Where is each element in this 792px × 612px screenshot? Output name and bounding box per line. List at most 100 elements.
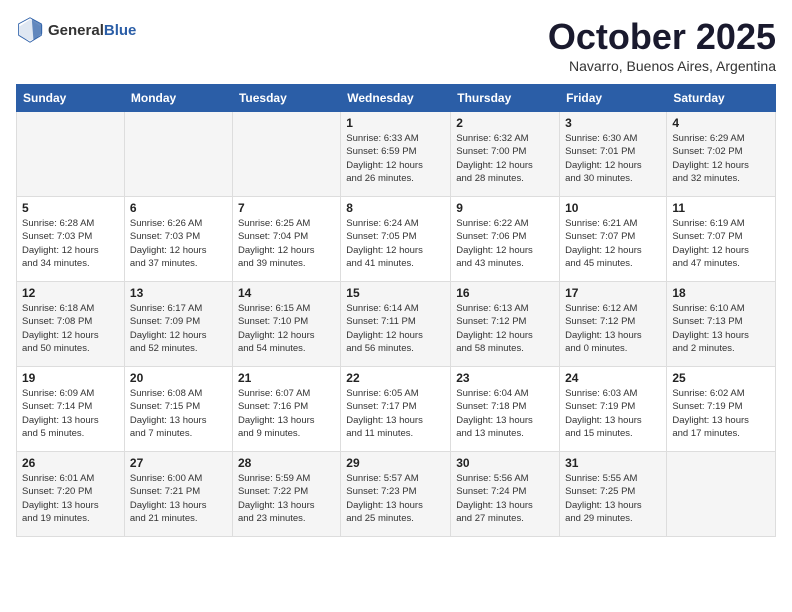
day-number: 3 bbox=[565, 116, 661, 130]
day-info: Sunrise: 6:09 AM Sunset: 7:14 PM Dayligh… bbox=[22, 387, 119, 440]
day-info: Sunrise: 6:19 AM Sunset: 7:07 PM Dayligh… bbox=[672, 217, 770, 270]
day-cell bbox=[232, 112, 340, 197]
location-text: Navarro, Buenos Aires, Argentina bbox=[548, 58, 776, 74]
day-number: 8 bbox=[346, 201, 445, 215]
day-number: 9 bbox=[456, 201, 554, 215]
day-info: Sunrise: 6:24 AM Sunset: 7:05 PM Dayligh… bbox=[346, 217, 445, 270]
day-info: Sunrise: 6:10 AM Sunset: 7:13 PM Dayligh… bbox=[672, 302, 770, 355]
day-number: 1 bbox=[346, 116, 445, 130]
page-header: General Blue October 2025 Navarro, Bueno… bbox=[16, 16, 776, 74]
day-cell: 25Sunrise: 6:02 AM Sunset: 7:19 PM Dayli… bbox=[667, 367, 776, 452]
day-cell: 12Sunrise: 6:18 AM Sunset: 7:08 PM Dayli… bbox=[17, 282, 125, 367]
header-cell-wednesday: Wednesday bbox=[341, 85, 451, 112]
logo-general-text: General bbox=[48, 22, 104, 39]
day-cell: 21 Sunrise: 6:07 AM Sunset: 7:16 PM Dayli… bbox=[232, 367, 340, 452]
day-cell: 29 Sunrise: 5:57 AM Sunset: 7:23 PM Dayli… bbox=[341, 452, 451, 537]
day-cell bbox=[667, 452, 776, 537]
day-cell: 20Sunrise: 6:08 AM Sunset: 7:15 PM Dayli… bbox=[124, 367, 232, 452]
day-info: Sunrise: 6:25 AM Sunset: 7:04 PM Dayligh… bbox=[238, 217, 335, 270]
day-info: Sunrise: 6:13 AM Sunset: 7:12 PM Dayligh… bbox=[456, 302, 554, 355]
calendar-body: 1 Sunrise: 6:33 AM Sunset: 6:59 PM Daylig… bbox=[17, 112, 776, 537]
day-info: Sunrise: 5:56 AM Sunset: 7:24 PM Dayligh… bbox=[456, 472, 554, 525]
day-number: 17 bbox=[565, 286, 661, 300]
day-cell: 1 Sunrise: 6:33 AM Sunset: 6:59 PM Daylig… bbox=[341, 112, 451, 197]
calendar-header: SundayMondayTuesdayWednesdayThursdayFrid… bbox=[17, 85, 776, 112]
day-cell: 14 Sunrise: 6:15 AM Sunset: 7:10 PM Dayli… bbox=[232, 282, 340, 367]
day-number: 10 bbox=[565, 201, 661, 215]
day-info: Sunrise: 6:07 AM Sunset: 7:16 PM Dayligh… bbox=[238, 387, 335, 440]
day-number: 14 bbox=[238, 286, 335, 300]
day-cell: 13Sunrise: 6:17 AM Sunset: 7:09 PM Dayli… bbox=[124, 282, 232, 367]
day-number: 21 bbox=[238, 371, 335, 385]
day-number: 20 bbox=[130, 371, 227, 385]
day-number: 25 bbox=[672, 371, 770, 385]
day-info: Sunrise: 6:15 AM Sunset: 7:10 PM Dayligh… bbox=[238, 302, 335, 355]
day-number: 19 bbox=[22, 371, 119, 385]
day-cell: 19 Sunrise: 6:09 AM Sunset: 7:14 PM Dayli… bbox=[17, 367, 125, 452]
day-cell bbox=[124, 112, 232, 197]
day-cell: 26Sunrise: 6:01 AM Sunset: 7:20 PM Dayli… bbox=[17, 452, 125, 537]
header-cell-friday: Friday bbox=[560, 85, 667, 112]
day-info: Sunrise: 6:14 AM Sunset: 7:11 PM Dayligh… bbox=[346, 302, 445, 355]
day-cell: 16 Sunrise: 6:13 AM Sunset: 7:12 PM Dayli… bbox=[451, 282, 560, 367]
day-cell: 7 Sunrise: 6:25 AM Sunset: 7:04 PM Daylig… bbox=[232, 197, 340, 282]
header-cell-monday: Monday bbox=[124, 85, 232, 112]
day-cell: 9 Sunrise: 6:22 AM Sunset: 7:06 PM Daylig… bbox=[451, 197, 560, 282]
week-row-3: 12Sunrise: 6:18 AM Sunset: 7:08 PM Dayli… bbox=[17, 282, 776, 367]
day-cell: 23 Sunrise: 6:04 AM Sunset: 7:18 PM Dayli… bbox=[451, 367, 560, 452]
day-info: Sunrise: 6:12 AM Sunset: 7:12 PM Dayligh… bbox=[565, 302, 661, 355]
day-number: 26 bbox=[22, 456, 119, 470]
calendar-table: SundayMondayTuesdayWednesdayThursdayFrid… bbox=[16, 84, 776, 537]
day-cell: 10 Sunrise: 6:21 AM Sunset: 7:07 PM Dayli… bbox=[560, 197, 667, 282]
logo-icon bbox=[16, 16, 44, 44]
day-number: 23 bbox=[456, 371, 554, 385]
day-cell: 4Sunrise: 6:29 AM Sunset: 7:02 PM Daylig… bbox=[667, 112, 776, 197]
week-row-5: 26Sunrise: 6:01 AM Sunset: 7:20 PM Dayli… bbox=[17, 452, 776, 537]
day-info: Sunrise: 6:33 AM Sunset: 6:59 PM Dayligh… bbox=[346, 132, 445, 185]
day-info: Sunrise: 6:05 AM Sunset: 7:17 PM Dayligh… bbox=[346, 387, 445, 440]
day-number: 31 bbox=[565, 456, 661, 470]
day-number: 18 bbox=[672, 286, 770, 300]
header-cell-tuesday: Tuesday bbox=[232, 85, 340, 112]
day-number: 29 bbox=[346, 456, 445, 470]
day-info: Sunrise: 6:29 AM Sunset: 7:02 PM Dayligh… bbox=[672, 132, 770, 185]
day-number: 2 bbox=[456, 116, 554, 130]
day-info: Sunrise: 6:21 AM Sunset: 7:07 PM Dayligh… bbox=[565, 217, 661, 270]
header-cell-saturday: Saturday bbox=[667, 85, 776, 112]
day-number: 6 bbox=[130, 201, 227, 215]
day-info: Sunrise: 6:00 AM Sunset: 7:21 PM Dayligh… bbox=[130, 472, 227, 525]
day-number: 22 bbox=[346, 371, 445, 385]
day-info: Sunrise: 5:55 AM Sunset: 7:25 PM Dayligh… bbox=[565, 472, 661, 525]
logo-blue-text: Blue bbox=[104, 22, 137, 39]
day-cell: 6 Sunrise: 6:26 AM Sunset: 7:03 PM Daylig… bbox=[124, 197, 232, 282]
day-info: Sunrise: 5:59 AM Sunset: 7:22 PM Dayligh… bbox=[238, 472, 335, 525]
day-cell: 3 Sunrise: 6:30 AM Sunset: 7:01 PM Daylig… bbox=[560, 112, 667, 197]
header-cell-thursday: Thursday bbox=[451, 85, 560, 112]
day-number: 11 bbox=[672, 201, 770, 215]
day-cell bbox=[17, 112, 125, 197]
header-row: SundayMondayTuesdayWednesdayThursdayFrid… bbox=[17, 85, 776, 112]
day-cell: 31 Sunrise: 5:55 AM Sunset: 7:25 PM Dayli… bbox=[560, 452, 667, 537]
day-info: Sunrise: 6:28 AM Sunset: 7:03 PM Dayligh… bbox=[22, 217, 119, 270]
day-number: 16 bbox=[456, 286, 554, 300]
logo: General Blue bbox=[16, 16, 136, 44]
day-cell: 28Sunrise: 5:59 AM Sunset: 7:22 PM Dayli… bbox=[232, 452, 340, 537]
day-info: Sunrise: 6:26 AM Sunset: 7:03 PM Dayligh… bbox=[130, 217, 227, 270]
day-number: 12 bbox=[22, 286, 119, 300]
day-info: Sunrise: 6:04 AM Sunset: 7:18 PM Dayligh… bbox=[456, 387, 554, 440]
month-title: October 2025 bbox=[548, 16, 776, 58]
day-cell: 2Sunrise: 6:32 AM Sunset: 7:00 PM Daylig… bbox=[451, 112, 560, 197]
day-cell: 8 Sunrise: 6:24 AM Sunset: 7:05 PM Daylig… bbox=[341, 197, 451, 282]
week-row-2: 5Sunrise: 6:28 AM Sunset: 7:03 PM Daylig… bbox=[17, 197, 776, 282]
day-number: 7 bbox=[238, 201, 335, 215]
day-cell: 24Sunrise: 6:03 AM Sunset: 7:19 PM Dayli… bbox=[560, 367, 667, 452]
day-info: Sunrise: 6:22 AM Sunset: 7:06 PM Dayligh… bbox=[456, 217, 554, 270]
day-cell: 27Sunrise: 6:00 AM Sunset: 7:21 PM Dayli… bbox=[124, 452, 232, 537]
day-number: 15 bbox=[346, 286, 445, 300]
day-cell: 5Sunrise: 6:28 AM Sunset: 7:03 PM Daylig… bbox=[17, 197, 125, 282]
day-info: Sunrise: 5:57 AM Sunset: 7:23 PM Dayligh… bbox=[346, 472, 445, 525]
day-info: Sunrise: 6:30 AM Sunset: 7:01 PM Dayligh… bbox=[565, 132, 661, 185]
day-cell: 17 Sunrise: 6:12 AM Sunset: 7:12 PM Dayli… bbox=[560, 282, 667, 367]
day-cell: 30Sunrise: 5:56 AM Sunset: 7:24 PM Dayli… bbox=[451, 452, 560, 537]
day-number: 24 bbox=[565, 371, 661, 385]
